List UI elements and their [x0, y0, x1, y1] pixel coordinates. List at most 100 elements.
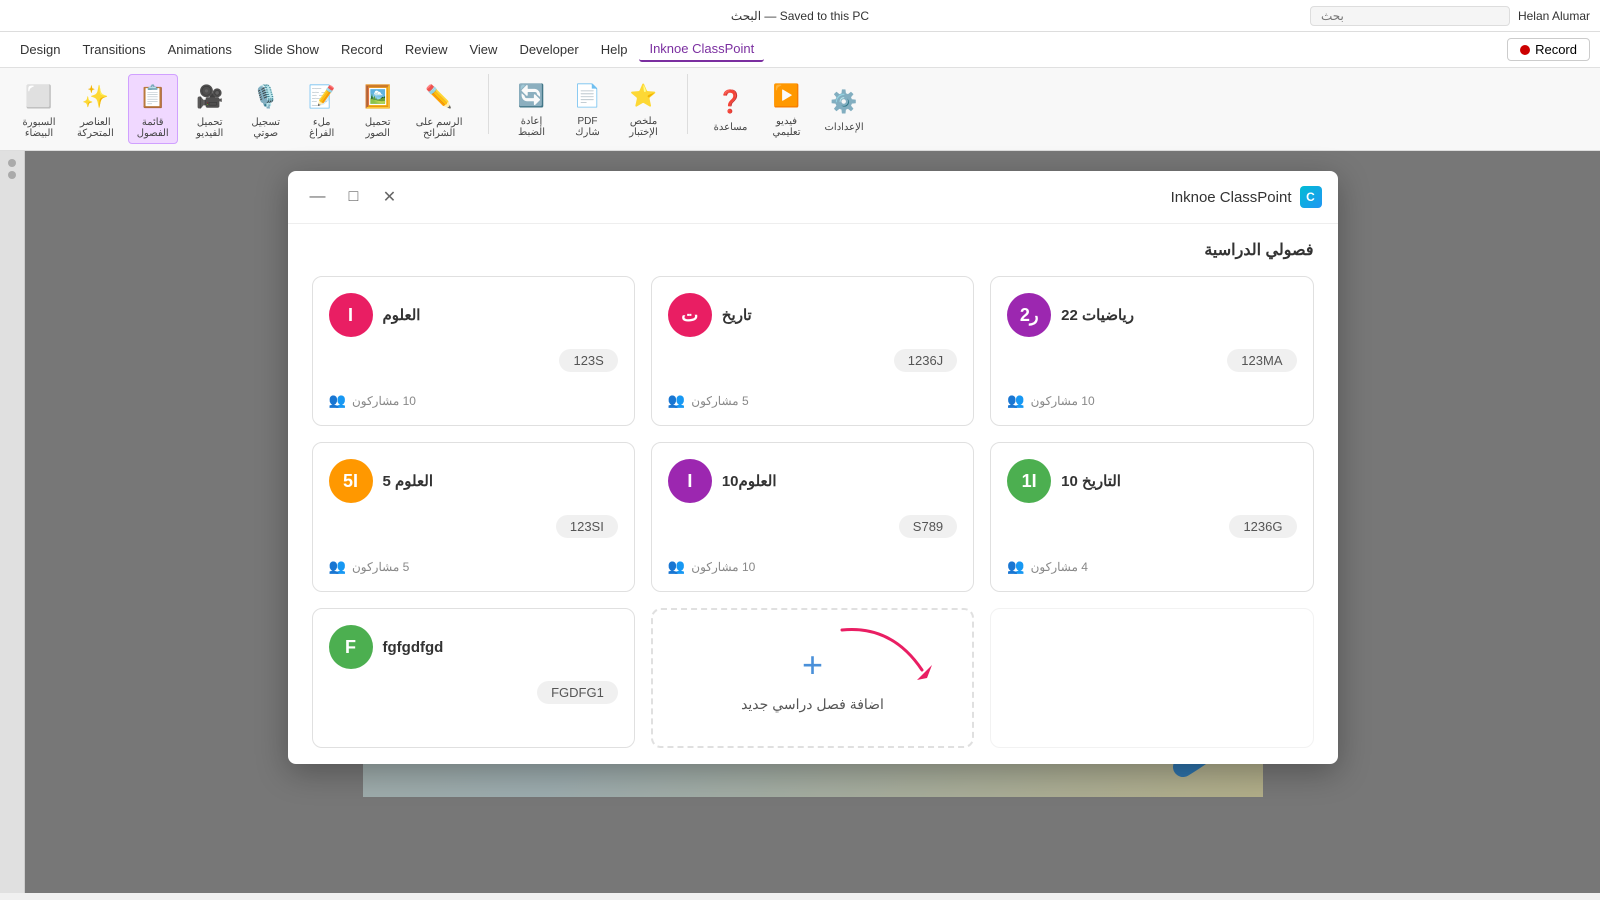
modal-maximize-button[interactable]: □ [340, 183, 368, 211]
class-card-math22[interactable]: رياضيات 22 ر2 123MA 10 مشاركون 👥 [990, 276, 1313, 426]
ribbon-btn-animated[interactable]: ✨ العناصرالمتحركة [71, 75, 120, 143]
ribbon-btn-tutorial[interactable]: ▶️ فيديوتعليمي [763, 74, 811, 142]
class-participants: 5 مشاركون 👥 [668, 384, 957, 409]
class-name: رياضيات 22 [1061, 306, 1134, 324]
ribbon-btn-classlist[interactable]: 📋 قائمةالفصول [128, 74, 178, 144]
help-icon: ❓ [713, 84, 749, 120]
class-card-fgfg[interactable]: fgfgdfgd F FGDFG1 [312, 608, 635, 748]
images-icon: 🖼️ [360, 79, 396, 115]
class-card-science5[interactable]: العلوم 5 5I 123SI 5 مشاركون 👥 [312, 442, 635, 592]
class-avatar: ت [668, 293, 712, 337]
settings-icon: ⚙️ [826, 84, 862, 120]
participants-count: 10 مشاركون [691, 560, 755, 574]
class-card-history10[interactable]: التاريخ 10 1I 1236G 4 مشاركون 👥 [990, 442, 1313, 592]
ribbon-divider-2 [687, 74, 688, 134]
menu-developer[interactable]: Developer [509, 38, 588, 61]
class-card-science10[interactable]: العلوم10 I S789 10 مشاركون 👥 [651, 442, 974, 592]
ribbon-btn-pdf[interactable]: 📄 PDFشارك [564, 74, 612, 142]
add-icon: + [802, 644, 823, 686]
modal-minimize-button[interactable]: — [304, 183, 332, 211]
participants-count: 5 مشاركون [691, 394, 748, 408]
ribbon-btn-video[interactable]: 🎥 تحميلالفيديو [186, 75, 234, 143]
modal-close-button[interactable]: ✕ [376, 183, 404, 211]
modal-overlay: — □ ✕ Inknoe ClassPoint C فصولي الدراسية [25, 151, 1600, 893]
ribbon-btn-audio[interactable]: 🎙️ تسجيلصوتي [242, 75, 290, 143]
participants-icon: 👥 [668, 558, 685, 575]
class-card-science[interactable]: العلوم I 123S 10 مشاركون 👥 [312, 276, 635, 426]
class-participants: 10 مشاركون 👥 [668, 550, 957, 575]
ribbon-btn-settings[interactable]: ⚙️ الإعدادات [819, 80, 870, 137]
classpoint-modal: — □ ✕ Inknoe ClassPoint C فصولي الدراسية [288, 171, 1338, 764]
class-avatar: I [329, 293, 373, 337]
class-card-header: التاريخ 10 1I [1007, 459, 1296, 503]
tutorial-label: فيديوتعليمي [772, 116, 800, 138]
participants-count: 4 مشاركون [1031, 560, 1088, 574]
class-card-header: العلوم 5 5I [329, 459, 618, 503]
menu-help[interactable]: Help [591, 38, 638, 61]
fill-label: ملءالفراغ [309, 117, 334, 139]
ribbon-btn-fill[interactable]: 📝 ملءالفراغ [298, 75, 346, 143]
draw-label: الرسم علىالشرائح [416, 117, 463, 139]
ribbon-btn-whiteboard[interactable]: ⬜ السبورةالبيضاء [15, 75, 63, 143]
search-input[interactable] [1310, 6, 1510, 26]
menu-slideshow[interactable]: Slide Show [244, 38, 329, 61]
ribbon-btn-reset[interactable]: 🔄 إعادةالضبط [508, 74, 556, 142]
slide-thumb [8, 171, 16, 179]
modal-logo-icon: C [1300, 186, 1322, 208]
images-label: تحميلالصور [365, 117, 391, 139]
ribbon-btn-images[interactable]: 🖼️ تحميلالصور [354, 75, 402, 143]
tutorial-icon: ▶️ [769, 78, 805, 114]
ribbon-group-activity: ✏️ الرسم علىالشرائح 🖼️ تحميلالصور 📝 ملءا… [15, 74, 469, 144]
ribbon-btn-help[interactable]: ❓ مساعدة [707, 80, 755, 137]
menu-design[interactable]: Design [10, 38, 70, 61]
class-avatar: ر2 [1007, 293, 1051, 337]
ribbon-btn-draw[interactable]: ✏️ الرسم علىالشرائح [410, 75, 469, 143]
class-avatar: 5I [329, 459, 373, 503]
audio-icon: 🎙️ [248, 79, 284, 115]
ribbon-divider-1 [488, 74, 489, 134]
quiz-label: ملخصالإختبار [629, 116, 658, 138]
ribbon-btn-quiz[interactable]: ⭐ ملخصالإختبار [620, 74, 668, 142]
participants-icon: 👥 [1007, 558, 1024, 575]
class-code: S789 [899, 515, 957, 538]
class-card-history[interactable]: تاريخ ت 1236J 5 مشاركون 👥 [651, 276, 974, 426]
ribbon-group-settings: ⚙️ الإعدادات ▶️ فيديوتعليمي ❓ مساعدة [707, 74, 870, 142]
participants-count: 10 مشاركون [1031, 394, 1095, 408]
settings-label: الإعدادات [825, 122, 864, 133]
reset-label: إعادةالضبط [518, 116, 545, 138]
record-dot-icon [1520, 45, 1530, 55]
participants-count: 5 مشاركون [352, 560, 409, 574]
record-button[interactable]: Record [1507, 38, 1590, 61]
pdf-icon: 📄 [570, 78, 606, 114]
menu-record[interactable]: Record [331, 38, 393, 61]
class-participants: 10 مشاركون 👥 [1007, 384, 1296, 409]
menu-review[interactable]: Review [395, 38, 458, 61]
participants-icon: 👥 [329, 392, 346, 409]
whiteboard-icon: ⬜ [21, 79, 57, 115]
class-name: fgfgdfgd [383, 639, 444, 656]
class-avatar: I [668, 459, 712, 503]
add-class-card[interactable]: + اضافة فصل دراسي جديد [651, 608, 974, 748]
class-card-header: العلوم I [329, 293, 618, 337]
reset-icon: 🔄 [514, 78, 550, 114]
class-card-header: fgfgdfgd F [329, 625, 618, 669]
menu-transitions[interactable]: Transitions [72, 38, 155, 61]
class-code: FGDFG1 [537, 681, 618, 704]
menu-view[interactable]: View [459, 38, 507, 61]
help-label: مساعدة [714, 122, 748, 133]
participants-icon: 👥 [668, 392, 685, 409]
modal-title: Inknoe ClassPoint C [1171, 186, 1322, 208]
video-icon: 🎥 [192, 79, 228, 115]
modal-controls: — □ ✕ [304, 183, 404, 211]
whiteboard-label: السبورةالبيضاء [23, 117, 56, 139]
classlist-label: قائمةالفصول [137, 117, 169, 139]
class-name: العلوم 5 [383, 472, 434, 490]
participants-icon: 👥 [1007, 392, 1024, 409]
menu-classpoint[interactable]: Inknoe ClassPoint [639, 37, 764, 62]
titlebar-title: البحث — Saved to this PC [731, 9, 869, 23]
class-code: 1236G [1229, 515, 1296, 538]
menu-animations[interactable]: Animations [158, 38, 242, 61]
class-code: 123S [559, 349, 617, 372]
user-name: Helan Alumar [1518, 9, 1590, 23]
class-card-header: العلوم10 I [668, 459, 957, 503]
